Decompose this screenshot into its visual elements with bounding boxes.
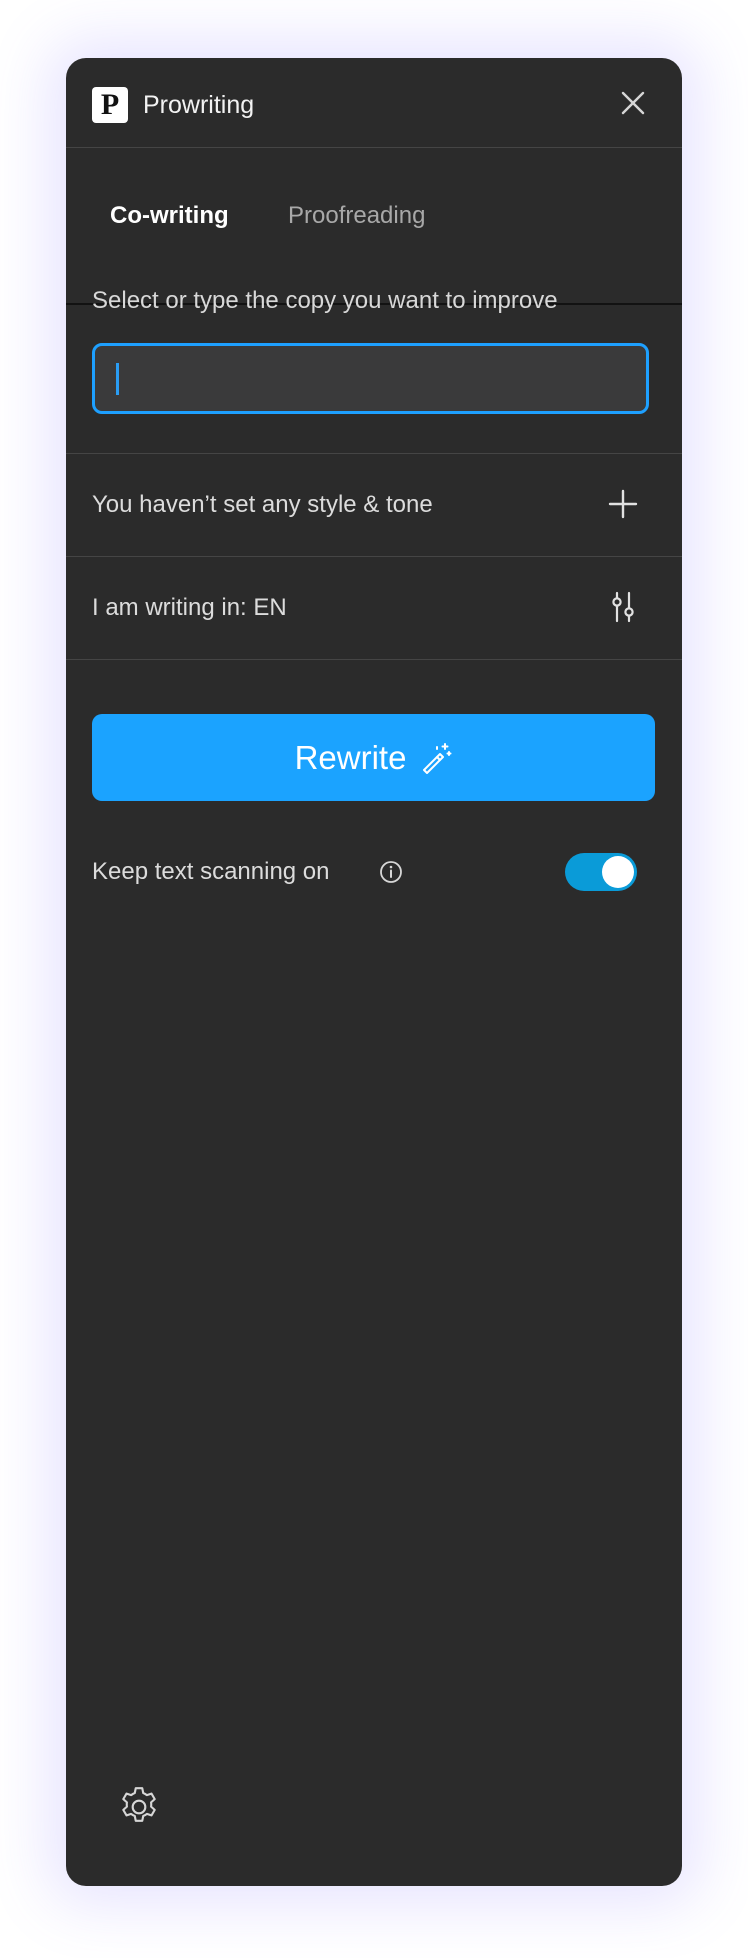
- close-icon: [621, 91, 645, 115]
- copy-input[interactable]: [92, 343, 649, 414]
- divider: [66, 659, 682, 660]
- app-logo: P: [92, 87, 128, 123]
- add-style-tone-button[interactable]: [606, 487, 640, 521]
- prowriting-panel: P Prowriting Co-writing Proofreading Sel…: [66, 58, 682, 1886]
- rewrite-button-content: Rewrite: [295, 739, 453, 777]
- style-tone-label: You haven’t set any style & tone: [92, 491, 433, 518]
- language-settings-button[interactable]: [606, 590, 640, 624]
- scanning-info-button[interactable]: [378, 859, 404, 885]
- app-title: Prowriting: [143, 91, 255, 119]
- text-caret: [116, 363, 119, 395]
- close-button[interactable]: [616, 86, 650, 120]
- copy-prompt-label: Select or type the copy you want to impr…: [92, 287, 558, 314]
- toggle-knob: [602, 856, 634, 888]
- rewrite-label: Rewrite: [294, 738, 407, 776]
- language-label: I am writing in: EN: [92, 594, 287, 621]
- gear-icon: [122, 1787, 156, 1822]
- panel-header: P Prowriting: [66, 58, 682, 148]
- tab-proofreading[interactable]: Proofreading: [288, 200, 425, 232]
- magic-wand-icon: [423, 742, 452, 774]
- tab-co-writing[interactable]: Co-writing: [110, 200, 229, 232]
- scanning-label: Keep text scanning on: [92, 858, 330, 885]
- language-row[interactable]: I am writing in: EN: [66, 556, 682, 660]
- mode-tabs: Co-writing Proofreading: [66, 148, 682, 305]
- info-icon: [380, 861, 402, 883]
- rewrite-button[interactable]: Rewrite: [92, 714, 655, 801]
- plus-icon: [608, 489, 638, 519]
- settings-button[interactable]: [116, 1784, 162, 1830]
- style-tone-row[interactable]: You haven’t set any style & tone: [66, 453, 682, 557]
- sliders-icon: [612, 591, 634, 623]
- scanning-toggle[interactable]: [565, 853, 637, 891]
